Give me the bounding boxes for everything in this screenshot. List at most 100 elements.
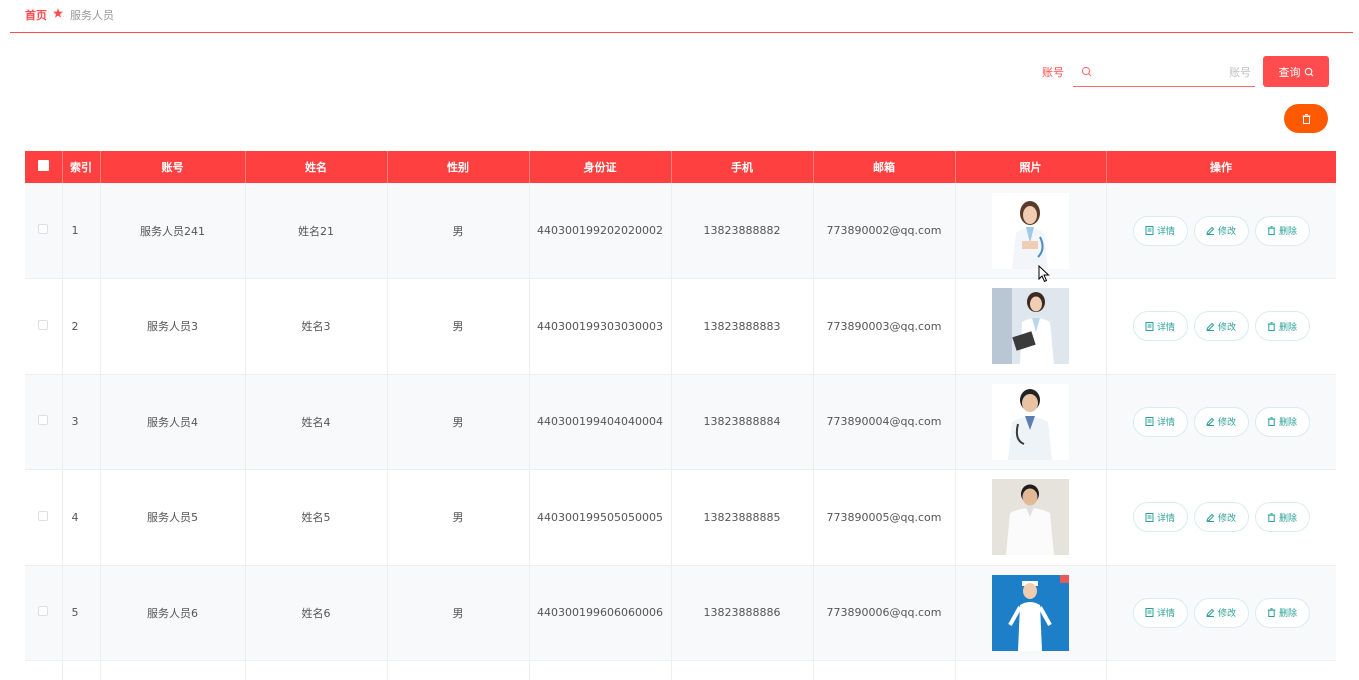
edit-icon bbox=[1206, 513, 1215, 522]
search-field bbox=[1073, 58, 1255, 87]
query-button[interactable]: 查询 bbox=[1263, 56, 1329, 87]
doctor-female-photo[interactable] bbox=[992, 192, 1069, 269]
query-button-label: 查询 bbox=[1278, 65, 1301, 79]
cell-email: 773890004@qq.com bbox=[813, 374, 956, 470]
header-index: 索引 bbox=[62, 151, 101, 183]
delete-label: 删除 bbox=[1278, 513, 1297, 524]
cell-index: 4 bbox=[62, 469, 101, 566]
cell-photo bbox=[955, 565, 1107, 661]
cell-index: 3 bbox=[62, 374, 101, 470]
edit-button[interactable]: 修改 bbox=[1193, 406, 1249, 437]
cell-ops: 详情 修改 删除 bbox=[1106, 469, 1336, 566]
cell-email: 773890006@qq.com bbox=[813, 565, 956, 661]
table-row: 3 服务人员4 姓名4 男 440300199404040004 13823888884 7… bbox=[25, 374, 1336, 470]
cell-id-card: 440300199303030003 bbox=[529, 278, 672, 375]
select-all-header bbox=[25, 151, 63, 183]
row-checkbox[interactable] bbox=[38, 415, 49, 426]
detail-button[interactable]: 详情 bbox=[1132, 502, 1188, 533]
cell-name bbox=[245, 660, 388, 680]
edit-label: 修改 bbox=[1217, 609, 1236, 620]
breadcrumb: 首页 服务人员 bbox=[0, 0, 1359, 34]
row-checkbox[interactable] bbox=[38, 606, 49, 617]
cell-gender bbox=[387, 660, 530, 680]
edit-icon bbox=[1206, 226, 1215, 235]
cell-index: 2 bbox=[62, 278, 101, 375]
header-account: 账号 bbox=[100, 151, 246, 183]
edit-label: 修改 bbox=[1217, 322, 1236, 333]
cell-name: 姓名5 bbox=[245, 469, 388, 566]
breadcrumb-home-link[interactable]: 首页 bbox=[25, 7, 47, 23]
cell-id-card bbox=[529, 660, 672, 680]
table-row bbox=[25, 660, 1336, 680]
cell-id-card: 440300199606060006 bbox=[529, 565, 672, 661]
doctor-male-photo[interactable] bbox=[992, 383, 1069, 460]
cell-account: 服务人员4 bbox=[100, 374, 246, 470]
edit-button[interactable]: 修改 bbox=[1193, 502, 1249, 533]
doctor-clipboard-photo[interactable] bbox=[992, 288, 1069, 365]
delete-label: 删除 bbox=[1278, 609, 1297, 620]
search-input[interactable] bbox=[1101, 62, 1251, 82]
select-all-checkbox[interactable] bbox=[37, 160, 49, 171]
doctor-male-white-photo[interactable] bbox=[992, 479, 1069, 556]
delete-label: 删除 bbox=[1278, 418, 1297, 429]
cell-photo bbox=[955, 469, 1107, 566]
edit-button[interactable]: 修改 bbox=[1193, 597, 1249, 628]
cell-ops: 详情 修改 删除 bbox=[1106, 374, 1336, 470]
document-icon bbox=[1145, 608, 1154, 618]
header-name: 姓名 bbox=[245, 151, 388, 183]
cell-id-card: 440300199202020002 bbox=[529, 183, 672, 279]
table-row: 2 服务人员3 姓名3 男 440300199303030003 13823888883 7… bbox=[25, 278, 1336, 375]
cell-photo bbox=[955, 660, 1107, 680]
breadcrumb-current: 服务人员 bbox=[70, 9, 114, 22]
nurse-blue-photo[interactable] bbox=[992, 574, 1069, 651]
edit-button[interactable]: 修改 bbox=[1193, 215, 1249, 246]
trash-icon bbox=[1267, 321, 1276, 331]
trash-icon bbox=[1302, 113, 1310, 124]
delete-button[interactable]: 删除 bbox=[1254, 597, 1310, 628]
data-table: 索引 账号 姓名 性别 身份证 手机 邮箱 照片 操作 1 服务人员241 姓名21… bbox=[25, 151, 1336, 680]
delete-label: 删除 bbox=[1278, 322, 1297, 333]
row-select-cell bbox=[25, 183, 63, 279]
cell-gender: 男 bbox=[387, 183, 530, 279]
table-row: 5 服务人员6 姓名6 男 440300199606060006 13823888886 7… bbox=[25, 565, 1336, 661]
delete-button[interactable]: 删除 bbox=[1254, 406, 1310, 437]
header-ops: 操作 bbox=[1106, 151, 1336, 183]
trash-icon bbox=[1267, 608, 1276, 618]
cell-ops bbox=[1106, 660, 1336, 680]
detail-button[interactable]: 详情 bbox=[1132, 597, 1188, 628]
delete-button[interactable]: 删除 bbox=[1254, 311, 1310, 342]
trash-icon bbox=[1267, 226, 1276, 235]
row-select-cell bbox=[25, 374, 63, 470]
cell-email: 773890005@qq.com bbox=[813, 469, 956, 566]
trash-icon bbox=[1267, 512, 1276, 522]
cell-email bbox=[813, 660, 956, 680]
batch-delete-button[interactable] bbox=[1284, 104, 1328, 133]
detail-button[interactable]: 详情 bbox=[1132, 215, 1188, 246]
cell-name: 姓名4 bbox=[245, 374, 388, 470]
table-row: 4 服务人员5 姓名5 男 440300199505050005 13823888885 7… bbox=[25, 469, 1336, 566]
cell-gender: 男 bbox=[387, 374, 530, 470]
cell-phone: 13823888884 bbox=[671, 374, 814, 470]
header-id-card: 身份证 bbox=[529, 151, 672, 183]
cell-gender: 男 bbox=[387, 278, 530, 375]
mouse-cursor-icon bbox=[1038, 265, 1050, 283]
row-checkbox[interactable] bbox=[38, 224, 49, 234]
detail-button[interactable]: 详情 bbox=[1132, 311, 1188, 342]
search-icon bbox=[1081, 66, 1092, 77]
cell-phone: 13823888883 bbox=[671, 278, 814, 375]
row-select-cell bbox=[25, 469, 63, 566]
cell-ops: 详情 修改 删除 bbox=[1106, 183, 1336, 279]
row-checkbox[interactable] bbox=[38, 510, 49, 521]
delete-button[interactable]: 删除 bbox=[1254, 502, 1310, 533]
row-checkbox[interactable] bbox=[38, 319, 49, 330]
cell-id-card: 440300199505050005 bbox=[529, 469, 672, 566]
edit-label: 修改 bbox=[1217, 513, 1236, 524]
detail-button[interactable]: 详情 bbox=[1132, 406, 1188, 437]
cell-photo bbox=[955, 183, 1107, 279]
document-icon bbox=[1145, 321, 1154, 331]
cell-gender: 男 bbox=[387, 469, 530, 566]
delete-button[interactable]: 删除 bbox=[1254, 215, 1310, 246]
edit-button[interactable]: 修改 bbox=[1193, 311, 1249, 342]
cell-account: 服务人员241 bbox=[100, 183, 246, 279]
header-phone: 手机 bbox=[671, 151, 814, 183]
